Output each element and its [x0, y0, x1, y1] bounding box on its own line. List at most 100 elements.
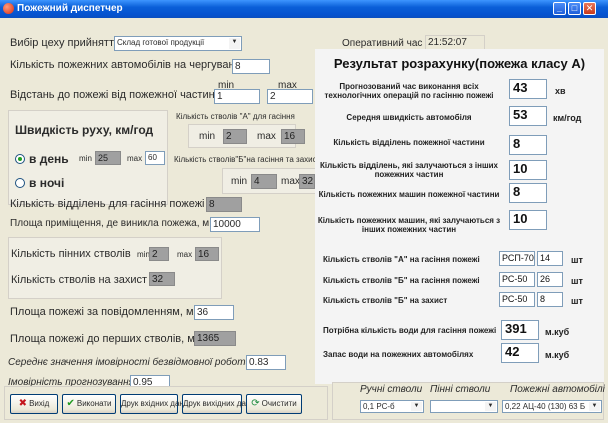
op-time-label: Оперативний час — [342, 38, 423, 49]
chevron-down-icon[interactable]: ▼ — [229, 38, 240, 49]
day-label: в день — [29, 152, 69, 166]
stvol-a-max-label: max — [257, 131, 276, 142]
maximize-button[interactable]: □ — [568, 2, 581, 15]
trucks-select[interactable]: 0,22 АЦ-40 (130) 63 Б ▼ — [502, 400, 602, 413]
stvol-a-unit: шт — [571, 255, 583, 265]
speed-max-input[interactable]: 60 — [145, 151, 165, 165]
stvol-b-max-value: 32 — [299, 174, 315, 189]
chevron-down-icon[interactable]: ▼ — [589, 402, 600, 411]
prob-mean-input[interactable]: 0.83 — [246, 355, 286, 370]
stvol-a-count: 14 — [537, 251, 563, 266]
water-need-value: 391 — [501, 320, 539, 340]
stvol-prot-label: Кількість стволів "Б" на захист — [323, 296, 448, 305]
client-area: Вибір цеху прийняття Склад готової проду… — [2, 18, 606, 421]
stvol-b-panel: min 4 max 32 — [222, 168, 316, 194]
trucks-label: Кількість пожежних машин пожежної частин… — [318, 190, 500, 199]
minimize-button[interactable]: _ — [553, 2, 566, 15]
divisions-label: Кількість відділень для гасіння пожежі — [10, 198, 205, 210]
manual-select-value: 0,1 РС-б — [363, 402, 395, 411]
prob-mean-label: Середнє значення імовірності безвідмовно… — [8, 357, 252, 368]
area-label: Площа приміщення, де виникла пожежа, м.к… — [10, 218, 225, 229]
stvol-prot-type: РС-50 — [499, 292, 535, 307]
title-bar: Пожежний диспетчер _ □ ✕ — [0, 0, 608, 18]
other-trucks-label: Кількість пожежних машин, які залучаютьс… — [317, 216, 501, 234]
distance-min-input[interactable]: 1 — [214, 89, 260, 104]
res-divisions-label: Кількість відділень пожежної частини — [333, 138, 485, 147]
divisions-value: 8 — [206, 197, 242, 212]
chevron-down-icon[interactable]: ▼ — [485, 402, 496, 411]
stvol-a-title: Кількість стволів "А" для гасіння — [176, 112, 295, 121]
stvol-b-max-label: max — [281, 176, 300, 187]
stvol-a-min-label: min — [199, 131, 216, 142]
foam-stvol-label: Пінні стволи — [430, 384, 491, 395]
stvol-b-unit: шт — [571, 276, 583, 286]
speed-max-label: max — [127, 154, 143, 163]
chevron-down-icon[interactable]: ▼ — [411, 402, 422, 411]
area-input[interactable]: 10000 — [210, 217, 260, 232]
exit-button[interactable]: ✖ Вихід — [10, 394, 58, 414]
speed-panel: Швидкість руху, км/год в день min 25 max… — [8, 110, 168, 205]
stvol-b-min-value: 4 — [251, 174, 277, 189]
trucks-on-duty-label: Кількість пожежних автомобілів на чергув… — [10, 59, 244, 71]
other-trucks-value: 10 — [509, 210, 547, 230]
stvol-a-type: РСП-70 — [499, 251, 535, 266]
stvol-a-panel: min 2 max 16 — [188, 124, 305, 148]
stvol-a-min-value: 2 — [223, 129, 247, 144]
forecast-label: Прогнозований час виконання всіх техноло… — [324, 82, 494, 100]
water-need-unit: м.куб — [545, 327, 570, 337]
avg-speed-label: Середня швидкість автомобіля — [346, 113, 472, 122]
stvol-prot-count: 8 — [537, 292, 563, 307]
clear-button[interactable]: ⟳ Очистити — [246, 394, 302, 414]
refresh-icon: ⟳ — [251, 398, 260, 409]
forecast-value: 43 — [509, 79, 547, 99]
speed-min-label: min — [79, 154, 92, 163]
result-panel: Результат розрахунку(пожежа класу А) Про… — [315, 49, 604, 384]
night-label: в ночі — [29, 176, 65, 190]
water-stock-label: Запас води на пожежних автомобілях — [323, 350, 474, 359]
print-input-button[interactable]: Друк вхідних даних — [120, 394, 192, 414]
run-button[interactable]: ✔ Виконати — [62, 394, 116, 414]
checkmark-icon: ✔ — [66, 398, 75, 409]
cross-icon: ✖ — [18, 398, 28, 409]
day-radio[interactable] — [15, 154, 25, 164]
area-report-input[interactable]: 36 — [194, 305, 234, 320]
avg-speed-unit: км/год — [553, 113, 582, 123]
night-radio[interactable] — [15, 178, 25, 188]
foam-label: Кількість пінних стволів — [11, 248, 131, 260]
trucks-select-label: Пожежні автомобілі — [510, 384, 605, 395]
stvol-prot-unit: шт — [571, 296, 583, 306]
shop-label: Вибір цеху прийняття — [10, 37, 120, 49]
avg-speed-value: 53 — [509, 106, 547, 126]
foam-panel: Кількість пінних стволів min 2 max 16 Кі… — [8, 237, 222, 299]
stvol-b-count: 26 — [537, 272, 563, 287]
shop-select[interactable]: Склад готової продукції ▼ — [114, 36, 242, 51]
result-title: Результат розрахунку(пожежа класу А) — [333, 56, 586, 71]
water-need-label: Потрібна кількість води для гасіння поже… — [323, 326, 497, 335]
protect-label: Кількість стволів на захист — [11, 274, 148, 286]
water-stock-unit: м.куб — [545, 350, 570, 360]
trucks-on-duty-input[interactable]: 8 — [232, 59, 270, 74]
main-window: Пожежний диспетчер _ □ ✕ Вибір цеху прий… — [0, 0, 608, 423]
forecast-unit: хв — [555, 86, 566, 96]
area-first-label: Площа пожежі до перших стволів, м.кв. — [10, 333, 212, 345]
area-report-label: Площа пожежі за повідомленням, м.кв. — [10, 306, 211, 318]
stvol-b-type: РС-50 — [499, 272, 535, 287]
stvol-a-max-value: 16 — [281, 129, 305, 144]
shop-select-value: Склад готової продукції — [117, 38, 205, 47]
res-divisions-value: 8 — [509, 135, 547, 155]
speed-title: Швидкість руху, км/год — [15, 123, 154, 137]
water-stock-value: 42 — [501, 343, 539, 363]
stvol-b-title: Кількість стволів"Б"на гасіння та захист — [174, 155, 321, 164]
foam-min-value: 2 — [149, 247, 169, 261]
distance-max-input[interactable]: 2 — [267, 89, 313, 104]
foam-max-value: 16 — [195, 247, 219, 261]
manual-select[interactable]: 0,1 РС-б ▼ — [360, 400, 424, 413]
protect-value: 32 — [149, 272, 175, 286]
print-output-button[interactable]: Друк вихідних даних — [182, 394, 259, 414]
speed-min-value: 25 — [95, 151, 121, 165]
close-button[interactable]: ✕ — [583, 2, 596, 15]
area-first-value: 1365 — [194, 331, 236, 346]
trucks-value: 8 — [509, 183, 547, 203]
foam-min-label: min — [137, 250, 150, 259]
foam-select[interactable]: ▼ — [430, 400, 498, 413]
